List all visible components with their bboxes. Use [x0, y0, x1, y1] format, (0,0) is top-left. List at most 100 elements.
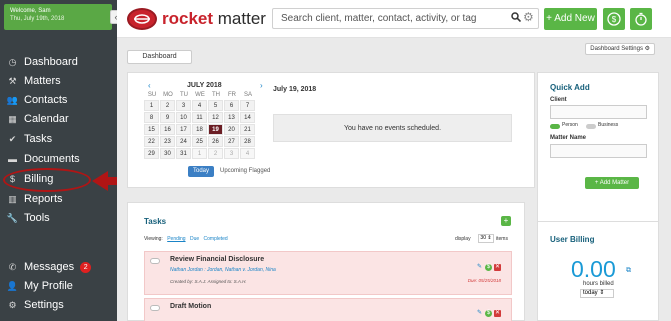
calendar-day[interactable]: 1 — [192, 148, 207, 159]
sidebar-item-label: Tasks — [24, 133, 53, 145]
search-settings-gear-icon[interactable]: ⚙ — [523, 10, 534, 24]
calendar-day[interactable]: 27 — [224, 136, 239, 147]
client-input[interactable] — [550, 105, 647, 119]
search-icon[interactable] — [511, 11, 522, 25]
filter-due[interactable]: Due — [190, 236, 199, 242]
dashboard-button[interactable]: Dashboard — [127, 50, 192, 64]
calendar-day[interactable]: 19 — [208, 124, 223, 135]
calendar-day[interactable]: 4 — [192, 100, 207, 111]
dashboard-settings-button[interactable]: Dashboard Settings ⚙ — [585, 43, 655, 55]
calendar-day[interactable]: 11 — [192, 112, 207, 123]
calendar-next-button[interactable]: › — [260, 81, 263, 90]
dollar-circle-icon[interactable]: $ — [485, 310, 492, 317]
sidebar-item-contacts[interactable]: 👥 Contacts — [0, 91, 117, 110]
task-complete-toggle[interactable] — [150, 305, 160, 311]
bar-chart-icon: ▥ — [8, 194, 17, 204]
contacts-icon: 👥 — [6, 95, 19, 105]
stopwatch-icon — [635, 12, 647, 26]
sidebar-item-messages[interactable]: ✆ Messages 2 — [0, 258, 117, 277]
today-button[interactable]: Today — [188, 166, 214, 177]
filter-pending[interactable]: Pending — [167, 236, 185, 242]
calendar-day[interactable]: 10 — [176, 112, 191, 123]
add-matter-button[interactable]: + Add Matter — [585, 177, 639, 189]
calendar-day[interactable]: 4 — [240, 148, 255, 159]
task-title[interactable]: Review Financial Disclosure — [170, 256, 264, 263]
external-link-icon[interactable]: ⧉ — [626, 267, 631, 275]
dollar-circle-icon[interactable]: $ — [485, 264, 492, 271]
gavel-icon: ⚒ — [8, 76, 17, 86]
sidebar-item-documents[interactable]: ▬ Documents — [0, 150, 117, 169]
business-toggle[interactable] — [586, 124, 596, 129]
task-row[interactable]: Draft Motion ✎ $ ✕ — [144, 298, 512, 321]
task-due-date: Due: 05/25/2018 — [467, 278, 501, 283]
calendar-day[interactable]: 9 — [160, 112, 175, 123]
sidebar-item-my-profile[interactable]: 👤 My Profile — [0, 277, 117, 296]
task-complete-toggle[interactable] — [150, 258, 160, 264]
add-task-button[interactable]: + — [501, 216, 511, 226]
task-title[interactable]: Draft Motion — [170, 303, 211, 310]
add-new-button[interactable]: + Add New — [544, 8, 597, 30]
quick-billing-button[interactable]: $ — [603, 8, 625, 30]
calendar-day[interactable]: 14 — [240, 112, 255, 123]
calendar-day[interactable]: 24 — [176, 136, 191, 147]
tasks-title: Tasks — [144, 217, 167, 226]
weekday-label: TH — [212, 92, 220, 98]
billing-period-select[interactable]: today ⇕ — [580, 289, 614, 298]
client-label: Client — [550, 97, 567, 103]
sidebar-item-dashboard[interactable]: ◷ Dashboard — [0, 53, 117, 72]
calendar-day[interactable]: 15 — [144, 124, 159, 135]
calendar-day[interactable]: 3 — [224, 148, 239, 159]
logo-text-matter: matter — [217, 9, 266, 28]
quick-add-title: Quick Add — [550, 83, 590, 92]
calendar-day[interactable]: 25 — [192, 136, 207, 147]
calendar-day[interactable]: 26 — [208, 136, 223, 147]
delete-icon[interactable]: ✕ — [494, 310, 501, 317]
sidebar-item-reports[interactable]: ▥ Reports — [0, 190, 117, 209]
calendar-day[interactable]: 6 — [224, 100, 239, 111]
search-input[interactable]: Search client, matter, contact, activity… — [272, 8, 539, 29]
calendar-day[interactable]: 28 — [240, 136, 255, 147]
calendar-day[interactable]: 22 — [144, 136, 159, 147]
calendar-day[interactable]: 2 — [208, 148, 223, 159]
calendar-day[interactable]: 31 — [176, 148, 191, 159]
calendar-day[interactable]: 16 — [160, 124, 175, 135]
calendar-day[interactable]: 20 — [224, 124, 239, 135]
task-meta: Created by: S.A.J. Assigned to: S.A.H. — [170, 279, 247, 284]
calendar-day[interactable]: 13 — [224, 112, 239, 123]
calendar-day[interactable]: 18 — [192, 124, 207, 135]
calendar-day[interactable]: 30 — [160, 148, 175, 159]
calendar-day[interactable]: 1 — [144, 100, 159, 111]
person-toggle[interactable] — [550, 124, 560, 129]
calendar-day[interactable]: 5 — [208, 100, 223, 111]
task-matter-link[interactable]: Nathan Jordan : Jordan, Nathan v. Jordan… — [170, 267, 276, 273]
sidebar-item-calendar[interactable]: ▦ Calendar — [0, 110, 117, 129]
upcoming-flagged-tab[interactable]: Upcoming Flagged — [220, 168, 270, 174]
matter-name-input[interactable] — [550, 144, 647, 158]
sidebar-item-tools[interactable]: 🔧 Tools — [0, 209, 117, 228]
delete-icon[interactable]: ✕ — [494, 264, 501, 271]
calendar-day[interactable]: 21 — [240, 124, 255, 135]
pencil-icon[interactable]: ✎ — [476, 264, 483, 271]
task-row[interactable]: Review Financial Disclosure Nathan Jorda… — [144, 251, 512, 295]
calendar-day[interactable]: 23 — [160, 136, 175, 147]
sidebar-item-tasks[interactable]: ✔ Tasks — [0, 130, 117, 149]
sidebar-item-settings[interactable]: ⚙ Settings — [0, 296, 117, 315]
quick-timer-button[interactable] — [630, 8, 652, 30]
calendar-day[interactable]: 29 — [144, 148, 159, 159]
calendar-day[interactable]: 3 — [176, 100, 191, 111]
calendar-day[interactable]: 2 — [160, 100, 175, 111]
display-count-select[interactable]: 30 ⇕ — [478, 234, 494, 243]
calendar-icon: ▦ — [8, 114, 17, 124]
user-billing-widget: User Billing 0.00 ⧉ hours billed today ⇕ — [537, 221, 659, 321]
calendar-prev-button[interactable]: ‹ — [148, 81, 151, 90]
calendar-day[interactable]: 12 — [208, 112, 223, 123]
calendar-day[interactable]: 7 — [240, 100, 255, 111]
pencil-icon[interactable]: ✎ — [476, 310, 483, 317]
phone-icon: ✆ — [8, 262, 17, 272]
calendar-day[interactable]: 17 — [176, 124, 191, 135]
rocket-matter-logo[interactable]: rocket matter — [127, 8, 266, 30]
filter-completed[interactable]: Completed — [204, 236, 228, 242]
sidebar-item-matters[interactable]: ⚒ Matters — [0, 72, 117, 91]
calendar-day[interactable]: 8 — [144, 112, 159, 123]
display-label: display — [455, 236, 471, 242]
